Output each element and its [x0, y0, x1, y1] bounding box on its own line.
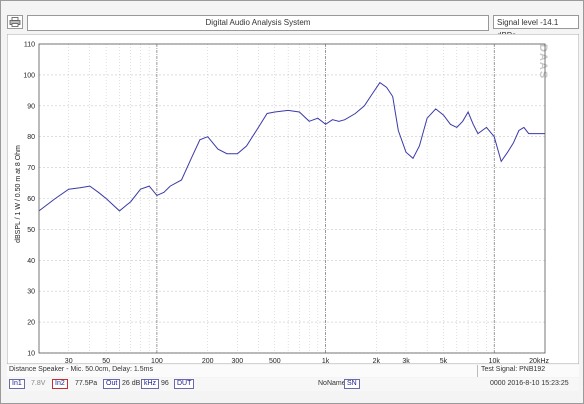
test-signal-info: Test Signal: PNB192: [481, 366, 546, 373]
distance-info: Distance Speaker - Mic. 50.0cm, Delay: 1…: [9, 366, 153, 373]
title-bar: Digital Audio Analysis System Signal lev…: [7, 14, 579, 40]
input-2-button[interactable]: In2: [52, 379, 68, 389]
y-tick-label: 100: [23, 72, 35, 79]
y-tick-label: 10: [27, 351, 35, 358]
x-tick-label: 50: [102, 358, 110, 364]
gain-value: 26 dB: [122, 380, 141, 387]
sample-rate-value: 96: [161, 380, 169, 387]
input-1-value: 7.8V: [31, 380, 46, 387]
signal-level-readout: Signal level -14.1 dBPs: [493, 15, 579, 40]
x-tick-label: 100: [151, 358, 163, 364]
x-tick-label: 20kHz: [529, 358, 549, 364]
x-tick-label: 3k: [402, 358, 410, 364]
info-bar: Distance Speaker - Mic. 50.0cm, Delay: 1…: [7, 365, 579, 377]
info-divider: [477, 365, 478, 377]
sample-rate-button[interactable]: kHz: [141, 379, 160, 389]
y-tick-label: 60: [27, 196, 35, 203]
x-tick-label: 30: [65, 358, 73, 364]
datetime: 0000 2016-8-10 15:23:25: [490, 380, 569, 387]
plot-background: [6, 33, 580, 365]
printer-icon[interactable]: [7, 15, 23, 29]
window-title: Digital Audio Analysis System: [27, 15, 489, 31]
y-tick-label: 30: [27, 289, 35, 296]
frequency-response-chart: 10 20 30 40 50 60 70 80 90 100 110 30 50 100 200 300 500…: [6, 33, 580, 365]
serial-number-button[interactable]: SN: [344, 379, 360, 389]
y-tick-label: 20: [27, 320, 35, 327]
output-button[interactable]: Out: [103, 379, 121, 389]
x-tick-label: 5k: [440, 358, 448, 364]
y-tick-label: 80: [27, 134, 35, 141]
status-bar: In1 7.8V In2 77.5Pa Out 26 dB kHz 96 DUT…: [7, 378, 579, 391]
y-tick-label: 70: [27, 165, 35, 172]
y-axis-label: dBSPL / 1 W / 0.50 m at 8 Ohm: [15, 145, 22, 243]
application-window: Digital Audio Analysis System Signal lev…: [0, 0, 584, 404]
x-tick-label: 200: [202, 358, 214, 364]
y-tick-label: 110: [24, 42, 35, 49]
dut-button[interactable]: DUT: [174, 379, 195, 389]
x-tick-label: 10k: [489, 358, 501, 364]
x-tick-label: 500: [269, 358, 281, 364]
x-tick-label: 300: [232, 358, 244, 364]
device-name: NoName: [318, 380, 346, 387]
input-2-value: 77.5Pa: [75, 380, 98, 387]
x-tick-label: 2k: [373, 358, 381, 364]
y-tick-label: 40: [27, 258, 35, 265]
watermark-daas: DAAS: [537, 44, 549, 79]
plot-area: 10 20 30 40 50 60 70 80 90 100 110 30 50 100 200 300 500…: [6, 33, 580, 365]
input-1-button[interactable]: In1: [9, 379, 25, 389]
y-tick-label: 90: [27, 103, 35, 110]
x-tick-label: 1k: [322, 358, 330, 364]
y-tick-label: 50: [27, 227, 35, 234]
